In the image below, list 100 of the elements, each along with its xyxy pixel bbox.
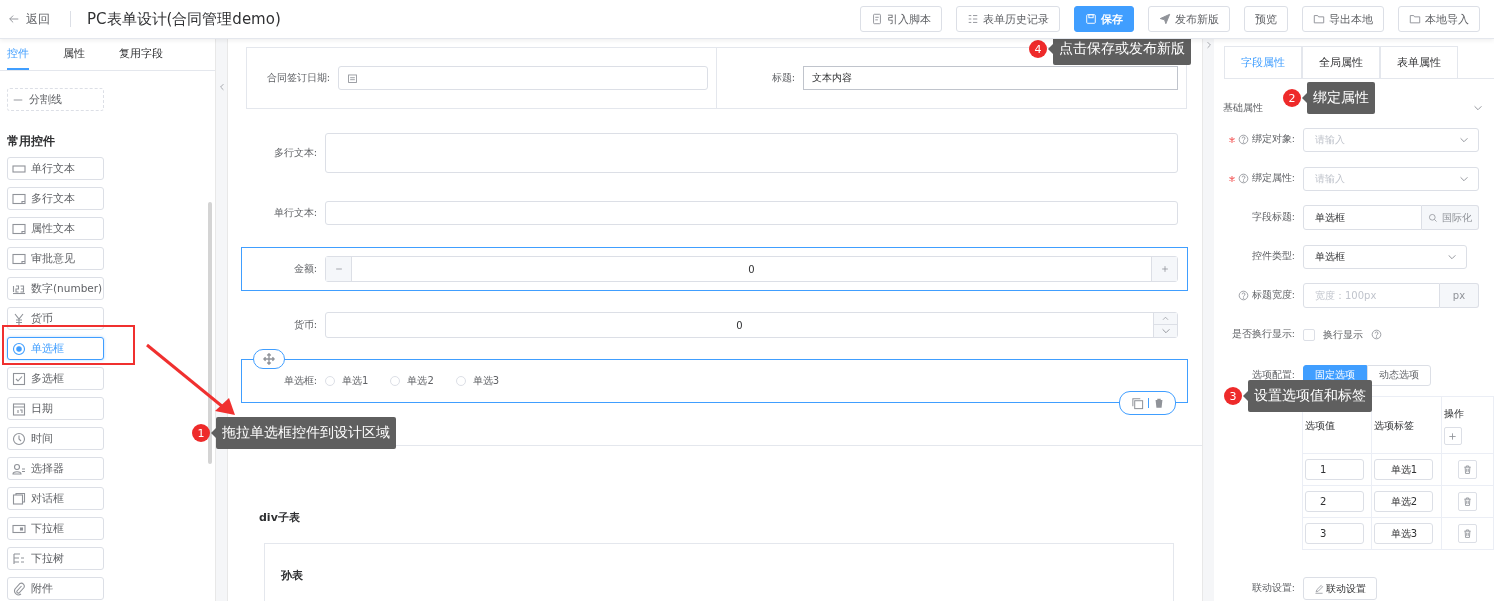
section-title: 基础属性 <box>1223 101 1263 115</box>
unit-label: px <box>1440 283 1479 308</box>
text-field[interactable]: 文本内容 <box>803 66 1178 91</box>
toolbar-button[interactable]: 本地导入 <box>1398 6 1480 32</box>
checkbox-icon <box>12 371 26 386</box>
textarea-icon <box>12 251 26 266</box>
label-field[interactable]: 单选3 <box>1374 523 1434 544</box>
move-icon <box>263 353 275 366</box>
list-icon <box>967 13 979 25</box>
number-field[interactable]: 0 <box>325 256 1178 283</box>
palette-item[interactable]: 多选框 <box>7 367 104 390</box>
palette-item[interactable]: 选择器 <box>7 457 104 480</box>
value-field[interactable]: 1 <box>1305 459 1364 480</box>
tooltip: 绑定属性 <box>1302 82 1375 114</box>
text-field[interactable] <box>325 201 1178 226</box>
value-field[interactable]: 2 <box>1305 491 1364 512</box>
radio-option[interactable]: 单选2 <box>390 374 434 389</box>
tree-icon <box>12 551 26 566</box>
help-icon <box>1237 290 1249 301</box>
trash-icon <box>1461 496 1473 507</box>
label-field[interactable]: 单选2 <box>1374 491 1434 512</box>
palette-item[interactable]: 对话框 <box>7 487 104 510</box>
back-arrow-icon <box>8 13 20 25</box>
palette-item[interactable]: 分割线 <box>7 88 104 111</box>
toolbar-button[interactable]: 引入脚本 <box>860 6 942 32</box>
panel-tab[interactable]: 复用字段 <box>119 39 163 70</box>
trash-icon <box>1461 528 1473 539</box>
plus-icon <box>1159 264 1170 275</box>
toolbar-button[interactable]: 导出本地 <box>1302 6 1384 32</box>
date-field[interactable] <box>338 66 708 91</box>
select-field[interactable]: 单选框 <box>1303 244 1467 269</box>
palette-item[interactable]: 货币 <box>7 307 104 330</box>
palette-item[interactable]: 单行文本 <box>7 157 104 180</box>
textarea-icon <box>12 221 26 236</box>
folder-icon <box>1313 13 1325 25</box>
field-label: 单选框: <box>282 374 317 389</box>
field-label: 单行文本: <box>272 206 317 221</box>
delete-button[interactable] <box>1457 492 1477 511</box>
radio-option[interactable]: 单选3 <box>455 374 500 389</box>
palette-item[interactable]: 下拉框 <box>7 517 104 540</box>
step-number: 1 <box>192 424 210 442</box>
palette-item[interactable]: 多行文本 <box>7 187 104 210</box>
yen-icon <box>12 311 26 326</box>
calendar-icon <box>347 72 358 84</box>
delete-button[interactable] <box>1457 460 1477 479</box>
page-title: PC表单设计(合同管理demo) <box>87 9 281 29</box>
column-header: 操作 <box>1443 407 1465 421</box>
step-number: 4 <box>1029 40 1047 58</box>
label-field[interactable]: 单选1 <box>1374 459 1434 480</box>
palette-item[interactable]: 数字(number) <box>7 277 104 300</box>
help-icon <box>1237 134 1249 145</box>
toolbar-button[interactable]: 发布新版 <box>1148 6 1230 32</box>
help-icon <box>1237 173 1249 184</box>
move-handle[interactable] <box>253 349 285 370</box>
field-label: 控件类型: <box>1251 250 1295 263</box>
field-label: 多行文本: <box>272 146 317 161</box>
back-button[interactable]: 返回 <box>0 10 50 28</box>
palette-item[interactable]: 附件 <box>7 577 104 600</box>
panel-tab[interactable]: 表单属性 <box>1380 46 1458 78</box>
field-label: 联动设置: <box>1251 582 1295 595</box>
toolbar-button[interactable]: 预览 <box>1244 6 1288 32</box>
linkage-button[interactable]: 联动设置 <box>1303 577 1377 600</box>
palette-item[interactable]: 日期 <box>7 397 104 420</box>
checkbox-label: 换行显示 <box>1323 327 1363 342</box>
field-label: 货币: <box>292 318 317 333</box>
plus-icon <box>1447 430 1459 442</box>
column-header: 选项标签 <box>1373 419 1416 433</box>
save-icon <box>1085 13 1097 25</box>
checkbox[interactable] <box>1303 328 1315 341</box>
segment-button[interactable]: 动态选项 <box>1367 365 1431 386</box>
textarea-field[interactable] <box>325 133 1178 174</box>
textarea-icon <box>12 191 26 206</box>
toolbar-button[interactable]: 表单历史记录 <box>956 6 1060 32</box>
dialog-icon <box>12 491 26 506</box>
field-label: 绑定属性: <box>1251 172 1295 185</box>
clock-icon <box>12 431 26 446</box>
add-button[interactable] <box>1443 427 1462 445</box>
tooltip: 拖拉单选框控件到设计区域 <box>211 417 396 449</box>
section-title: div子表 <box>259 510 301 526</box>
value-field[interactable]: 3 <box>1305 523 1364 544</box>
field-label: 标题宽度: <box>1251 289 1295 302</box>
section-title: 常用控件 <box>7 134 56 149</box>
calendar-icon <box>12 401 26 416</box>
search-icon <box>1428 212 1438 223</box>
edit-icon <box>1314 583 1324 594</box>
help-icon <box>1371 329 1382 340</box>
title-field[interactable]: 单选框 <box>1303 205 1422 230</box>
palette-item[interactable]: 审批意见 <box>7 247 104 270</box>
field-label: 选项配置: <box>1251 369 1295 382</box>
scrollbar[interactable] <box>208 202 212 464</box>
palette-item[interactable]: 时间 <box>7 427 104 450</box>
delete-button[interactable] <box>1457 524 1477 543</box>
radio-option[interactable]: 单选1 <box>325 374 369 389</box>
send-icon <box>1159 13 1171 25</box>
currency-field[interactable]: 0 <box>325 312 1178 339</box>
palette-item[interactable]: 属性文本 <box>7 217 104 240</box>
panel-tab[interactable]: 全局属性 <box>1302 46 1380 78</box>
radio-icon <box>12 341 26 356</box>
panel-tab[interactable]: 属性 <box>63 39 85 70</box>
palette-item[interactable]: 下拉树 <box>7 547 104 570</box>
